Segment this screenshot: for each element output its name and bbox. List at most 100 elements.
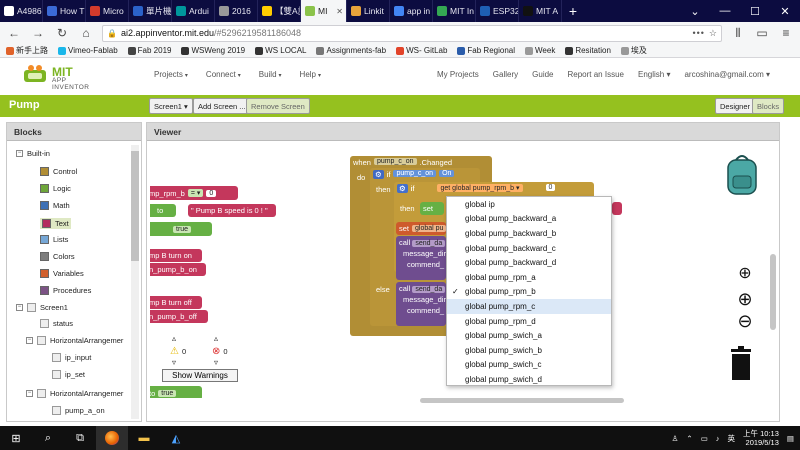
browser-tab[interactable]: ESP32 — [476, 0, 519, 22]
show-warnings-button[interactable]: Show Warnings — [162, 369, 238, 382]
dropdown-option[interactable]: ✓ global pump_rpm_b — [447, 285, 611, 300]
browser-tab[interactable]: 2016 — [215, 0, 258, 22]
text-block-stub[interactable] — [612, 202, 622, 215]
tree-component-item[interactable]: ip_input — [52, 353, 91, 362]
home-icon[interactable]: ⌂ — [78, 25, 94, 41]
bookmark-item[interactable]: WS LOCAL — [255, 46, 306, 55]
dropdown-option[interactable]: global pump_swich_b — [447, 343, 611, 358]
browser-tab[interactable]: 單片機學 — [129, 0, 172, 22]
tree-builtin[interactable]: − Built-in — [16, 149, 50, 158]
bookmark-star-icon[interactable]: ☆ — [709, 28, 717, 39]
bookmark-item[interactable]: Week — [525, 46, 555, 55]
dropdown-option[interactable]: global pump_swich_a — [447, 328, 611, 343]
backpack-icon[interactable] — [722, 152, 762, 198]
dropdown-option[interactable]: global pump_rpm_a — [447, 270, 611, 285]
link-gallery[interactable]: Gallery — [493, 70, 518, 79]
file-explorer-icon[interactable]: ▬ — [128, 426, 160, 450]
browser-tab[interactable]: app in — [390, 0, 433, 22]
tab-list-icon[interactable]: ⌄ — [680, 0, 710, 22]
screen-select-button[interactable]: Screen1 ▾ — [149, 98, 193, 114]
set-global-block[interactable]: set global pu — [396, 222, 447, 235]
notifications-icon[interactable]: ▤ — [787, 434, 794, 443]
close-tab-icon[interactable]: ✕ — [336, 7, 343, 16]
library-icon[interactable]: ⫴ — [730, 25, 746, 41]
dropdown-option[interactable]: global pump_rpm_c — [447, 299, 611, 314]
menu-build[interactable]: Build ▾ — [259, 70, 282, 79]
set-block[interactable]: set — [420, 202, 444, 215]
gear-icon[interactable]: ⚙ — [373, 170, 384, 179]
bookmark-item[interactable]: Resitation — [565, 46, 611, 55]
tree-category-item[interactable]: Variables — [40, 269, 84, 278]
collapse-icon[interactable]: − — [26, 337, 33, 344]
bookmark-item[interactable]: 埃及 — [620, 45, 647, 56]
bookmark-item[interactable]: Fab Regional — [457, 46, 515, 55]
account-menu[interactable]: arcoshina@gmail.com ▾ — [684, 70, 770, 79]
tree-component-item[interactable]: ip_set — [52, 370, 85, 379]
zoom-in-icon[interactable]: ⊕ — [736, 289, 754, 309]
tree-component-item[interactable]: pump_a_on — [52, 406, 105, 415]
operator-dropdown[interactable]: = ▾ — [187, 189, 204, 197]
tree-category-item[interactable]: Procedures — [40, 286, 91, 295]
address-bar[interactable]: 🔒 ai2.appinventor.mit.edu/#5296219581186… — [102, 24, 722, 42]
menu-help[interactable]: Help ▾ — [300, 70, 321, 79]
bookmark-item[interactable]: WSWeng 2019 — [181, 46, 245, 55]
add-screen-button[interactable]: Add Screen ... — [193, 98, 251, 114]
tree-screen1[interactable]: − Screen1 — [16, 303, 68, 312]
call-send-data-block-2[interactable]: call send_da message_dir commend_ — [396, 282, 446, 326]
collapse-icon[interactable]: − — [16, 304, 23, 311]
gear-icon-2[interactable]: ⚙ — [397, 184, 408, 193]
volume-icon[interactable]: ♪ — [716, 434, 720, 443]
text-block-turn-off[interactable]: mp B turn off — [150, 296, 202, 309]
get-block[interactable]: get global pump_rpm_b ▾ — [437, 184, 523, 192]
warning-next-icon[interactable]: ▿ — [172, 358, 176, 367]
tree-category-item[interactable]: Math — [40, 201, 70, 210]
tree-category-item[interactable]: Logic — [40, 184, 71, 193]
collapse-icon[interactable]: − — [16, 150, 23, 157]
warning-prev-icon[interactable]: ▵ — [172, 334, 176, 343]
dropdown-option[interactable]: global pump_backward_b — [447, 226, 611, 241]
tree-component-item[interactable]: status — [40, 319, 73, 328]
tree-category-item[interactable]: Lists — [40, 235, 68, 244]
browser-tab[interactable]: MIT In — [433, 0, 476, 22]
browser-tab[interactable]: How T — [43, 0, 86, 22]
menu-icon[interactable]: ≡ — [778, 25, 794, 41]
call-send-data-block[interactable]: call send_da message_dir commend_ — [396, 236, 446, 280]
forward-icon[interactable]: → — [30, 25, 46, 41]
browser-tab[interactable]: Ardui — [172, 0, 215, 22]
task-view-icon[interactable]: ⧉ — [64, 426, 96, 450]
menu-projects[interactable]: Projects ▾ — [154, 70, 188, 79]
bookmark-item[interactable]: Fab 2019 — [127, 46, 171, 55]
browser-tab[interactable]: MI ✕ — [301, 0, 347, 22]
new-tab-button[interactable]: + — [562, 0, 584, 22]
bookmark-item[interactable]: Assignments-fab — [316, 46, 386, 55]
language-menu[interactable]: English ▾ — [638, 70, 671, 79]
browser-tab[interactable]: Linkit — [347, 0, 390, 22]
maximize-icon[interactable]: ☐ — [740, 0, 770, 22]
tree-category-item[interactable]: Colors — [40, 252, 75, 261]
dropdown-option[interactable]: global pump_rpm_d — [447, 314, 611, 329]
app-inventor-logo[interactable]: MIT APP INVENTOR — [22, 62, 102, 91]
menu-connect[interactable]: Connect ▾ — [206, 70, 241, 79]
logic-block-true[interactable]: true — [150, 222, 212, 236]
tree-category-item[interactable]: Text — [40, 218, 71, 229]
set-to-block[interactable]: to — [150, 204, 176, 217]
link-guide[interactable]: Guide — [532, 70, 553, 79]
bookmark-item[interactable]: 新手上路 — [6, 45, 48, 56]
workspace-vertical-scrollbar[interactable] — [770, 254, 776, 330]
logic-block-true-2[interactable]: to true — [150, 386, 202, 398]
browser-tab[interactable]: A4986 — [0, 0, 43, 22]
browser-tab[interactable]: 【雙A計劃 — [258, 0, 301, 22]
dropdown-option[interactable]: global pump_swich_c — [447, 358, 611, 373]
photos-icon[interactable]: ◭ — [160, 426, 192, 450]
remove-screen-button[interactable]: Remove Screen — [246, 98, 310, 114]
collapse-icon[interactable]: − — [26, 390, 33, 397]
error-next-icon[interactable]: ▿ — [214, 358, 218, 367]
trash-icon[interactable] — [728, 346, 754, 380]
people-icon[interactable]: ♙ — [672, 434, 679, 443]
workspace-horizontal-scrollbar[interactable] — [420, 398, 624, 403]
tree-category-item[interactable]: Control — [40, 167, 77, 176]
blocks-scrollbar[interactable] — [131, 145, 139, 419]
firefox-icon[interactable] — [96, 426, 128, 450]
tree-component-item[interactable]: − HorizontalArrangemer — [26, 336, 123, 345]
ime-indicator[interactable]: 英 — [728, 433, 736, 444]
